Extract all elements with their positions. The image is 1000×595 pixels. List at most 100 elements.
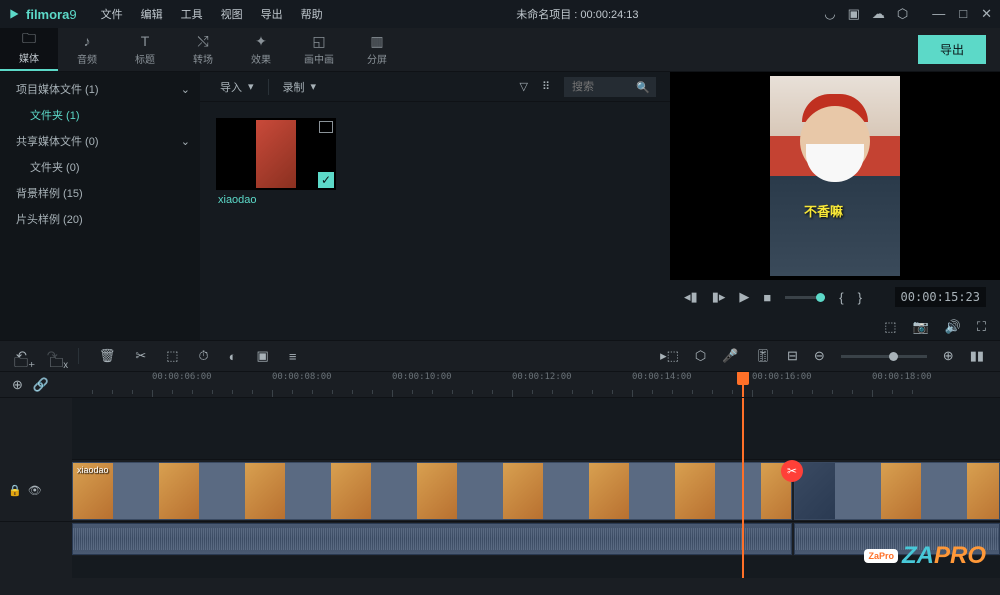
volume-slider[interactable] bbox=[785, 296, 825, 299]
record-dropdown[interactable]: 录制 ▾ bbox=[277, 76, 323, 98]
tab-audio[interactable]: ♪ 音频 bbox=[58, 28, 116, 71]
track-manager-button[interactable]: ⊟ bbox=[787, 348, 798, 364]
zoom-slider[interactable] bbox=[841, 355, 927, 358]
export-button[interactable]: 导出 bbox=[918, 35, 986, 64]
music-icon: ♪ bbox=[84, 33, 91, 49]
zoom-out-button[interactable]: ⊖ bbox=[814, 348, 825, 364]
preview-viewport[interactable]: 不香嘛 bbox=[670, 72, 1000, 280]
grid-view-icon[interactable]: ⠿ bbox=[542, 80, 550, 93]
sidebar-item-intros[interactable]: 片头样例 (20) bbox=[0, 206, 200, 232]
color-button[interactable]: ◐ bbox=[229, 349, 237, 364]
settings-icon[interactable]: ⬡ bbox=[897, 6, 908, 22]
timeline-audio-clip[interactable] bbox=[72, 523, 792, 555]
snapshot-icon[interactable]: 📷 bbox=[913, 319, 929, 335]
link-button[interactable]: 🔗 bbox=[33, 377, 49, 393]
project-title: 未命名项目 : 00:00:24:13 bbox=[335, 6, 821, 22]
tab-effects[interactable]: ✦ 效果 bbox=[232, 28, 290, 71]
pip-icon: ◱ bbox=[312, 33, 325, 49]
greenscreen-button[interactable]: ▣ bbox=[257, 348, 269, 364]
preview-timecode: 00:00:15:23 bbox=[895, 287, 986, 307]
import-dropdown[interactable]: 导入 ▾ bbox=[214, 76, 260, 98]
save-icon[interactable]: ▣ bbox=[848, 6, 860, 22]
visibility-icon[interactable]: 👁 bbox=[28, 484, 42, 497]
media-sidebar: 项目媒体文件 (1)⌄ 文件夹 (1) 共享媒体文件 (0)⌄ 文件夹 (0) … bbox=[0, 72, 200, 340]
mute-icon[interactable]: 🔊 bbox=[945, 319, 961, 335]
quality-icon[interactable]: ⬚ bbox=[884, 319, 896, 335]
account-icon[interactable]: ◡ bbox=[824, 6, 835, 22]
tab-splitscreen[interactable]: ▥ 分屏 bbox=[348, 28, 406, 71]
fullscreen-icon[interactable]: ⛶ bbox=[977, 319, 986, 335]
stop-button[interactable]: ■ bbox=[763, 290, 771, 305]
timeline: 主 1 🔒 👁 xiaodao ✂ ZaPro ZAPRO bbox=[0, 398, 1000, 578]
video-badge-icon bbox=[319, 121, 333, 133]
app-logo: filmora9 bbox=[8, 7, 77, 22]
marker-button[interactable]: ⬡ bbox=[695, 348, 706, 364]
menu-tools[interactable]: 工具 bbox=[173, 2, 211, 26]
mark-in-button[interactable]: { bbox=[839, 290, 843, 305]
tab-pip[interactable]: ◱ 画中画 bbox=[290, 28, 348, 71]
zoom-in-button[interactable]: ⊕ bbox=[943, 348, 954, 364]
playhead[interactable] bbox=[742, 398, 744, 578]
lock-icon[interactable]: 🔒 bbox=[8, 484, 22, 497]
next-frame-button[interactable]: ▮▸ bbox=[712, 289, 726, 305]
folder-icon: 🗀 bbox=[22, 32, 36, 48]
logo-icon bbox=[8, 7, 22, 21]
chevron-down-icon: ▾ bbox=[248, 80, 254, 93]
mark-out-button[interactable]: } bbox=[858, 290, 862, 305]
timeline-ruler[interactable]: 00:00:06:0000:00:08:0000:00:10:0000:00:1… bbox=[72, 372, 1000, 397]
redo-button[interactable]: ↷ bbox=[47, 348, 58, 364]
chevron-down-icon: ⌄ bbox=[181, 135, 190, 148]
menu-help[interactable]: 帮助 bbox=[293, 2, 331, 26]
maximize-button[interactable]: □ bbox=[959, 6, 967, 22]
voiceover-button[interactable]: 🎤 bbox=[722, 348, 738, 364]
sidebar-item-backgrounds[interactable]: 背景样例 (15) bbox=[0, 180, 200, 206]
audio-track-1[interactable] bbox=[72, 522, 1000, 556]
zoom-fit-button[interactable]: ▮▮ bbox=[970, 348, 984, 364]
timeline-clip[interactable] bbox=[794, 462, 1000, 520]
tab-media[interactable]: 🗀 媒体 bbox=[0, 28, 58, 71]
sidebar-item-project-media[interactable]: 项目媒体文件 (1)⌄ bbox=[0, 76, 200, 102]
sidebar-item-folder-1[interactable]: 文件夹 (1) bbox=[0, 102, 200, 128]
panel-tabs: 🗀 媒体 ♪ 音频 T 标题 ⤭ 转场 ✦ 效果 ◱ 画中画 ▥ 分屏 导出 bbox=[0, 28, 1000, 72]
menu-file[interactable]: 文件 bbox=[93, 2, 131, 26]
filter-icon[interactable]: ▽ bbox=[519, 80, 527, 93]
watermark: ZaPro ZAPRO bbox=[864, 542, 986, 570]
minimize-button[interactable]: — bbox=[932, 6, 945, 22]
split-icon: ▥ bbox=[370, 33, 383, 49]
tab-transition[interactable]: ⤭ 转场 bbox=[174, 28, 232, 71]
speed-button[interactable]: ⏱ bbox=[199, 348, 209, 364]
sidebar-item-shared-media[interactable]: 共享媒体文件 (0)⌄ bbox=[0, 128, 200, 154]
search-input[interactable]: 🔍 bbox=[564, 77, 656, 97]
adjust-button[interactable]: ≡ bbox=[289, 349, 297, 364]
main-menu: 文件 编辑 工具 视图 导出 帮助 bbox=[93, 2, 331, 26]
play-button[interactable]: ▶ bbox=[739, 289, 749, 305]
new-folder-icon[interactable]: 🗀₊ bbox=[14, 352, 35, 376]
menu-view[interactable]: 视图 bbox=[213, 2, 251, 26]
used-check-icon: ✓ bbox=[318, 172, 334, 188]
titlebar: filmora9 文件 编辑 工具 视图 导出 帮助 未命名项目 : 00:00… bbox=[0, 0, 1000, 28]
menu-export[interactable]: 导出 bbox=[253, 2, 291, 26]
mixer-button[interactable]: 🎚 bbox=[754, 348, 771, 364]
timeline-tracks[interactable]: xiaodao ✂ bbox=[72, 398, 1000, 578]
video-track-1[interactable]: xiaodao ✂ bbox=[72, 460, 1000, 522]
preview-panel: 不香嘛 ◂▮ ▮▸ ▶ ■ { } 00:00:15:23 ⬚ 📷 🔊 ⛶ bbox=[670, 72, 1000, 340]
media-thumbnail[interactable]: ✓ xiaodao bbox=[216, 118, 336, 206]
cut-marker-icon[interactable]: ✂ bbox=[781, 460, 803, 482]
render-button[interactable]: ▸⬚ bbox=[660, 348, 679, 364]
add-track-button[interactable]: ⊕ bbox=[12, 377, 23, 393]
tab-title[interactable]: T 标题 bbox=[116, 28, 174, 71]
thumbnail-label: xiaodao bbox=[216, 194, 336, 206]
chevron-down-icon: ⌄ bbox=[181, 83, 190, 96]
transition-icon: ⤭ bbox=[197, 33, 208, 49]
timeline-ruler-row: ⊕ 🔗 00:00:06:0000:00:08:0000:00:10:0000:… bbox=[0, 372, 1000, 398]
fx-icon: ✦ bbox=[255, 33, 267, 49]
timeline-clip[interactable]: xiaodao bbox=[72, 462, 792, 520]
prev-frame-button[interactable]: ◂▮ bbox=[684, 289, 698, 305]
video-track-header[interactable]: 主 1 🔒 👁 bbox=[0, 460, 72, 522]
menu-edit[interactable]: 编辑 bbox=[133, 2, 171, 26]
chevron-down-icon: ▾ bbox=[311, 80, 317, 93]
cloud-icon[interactable]: ☁ bbox=[872, 6, 885, 22]
title-actions: ◡ ▣ ☁ ⬡ — □ ✕ bbox=[824, 6, 992, 22]
close-button[interactable]: ✕ bbox=[981, 6, 992, 22]
sidebar-item-folder-0[interactable]: 文件夹 (0) bbox=[0, 154, 200, 180]
